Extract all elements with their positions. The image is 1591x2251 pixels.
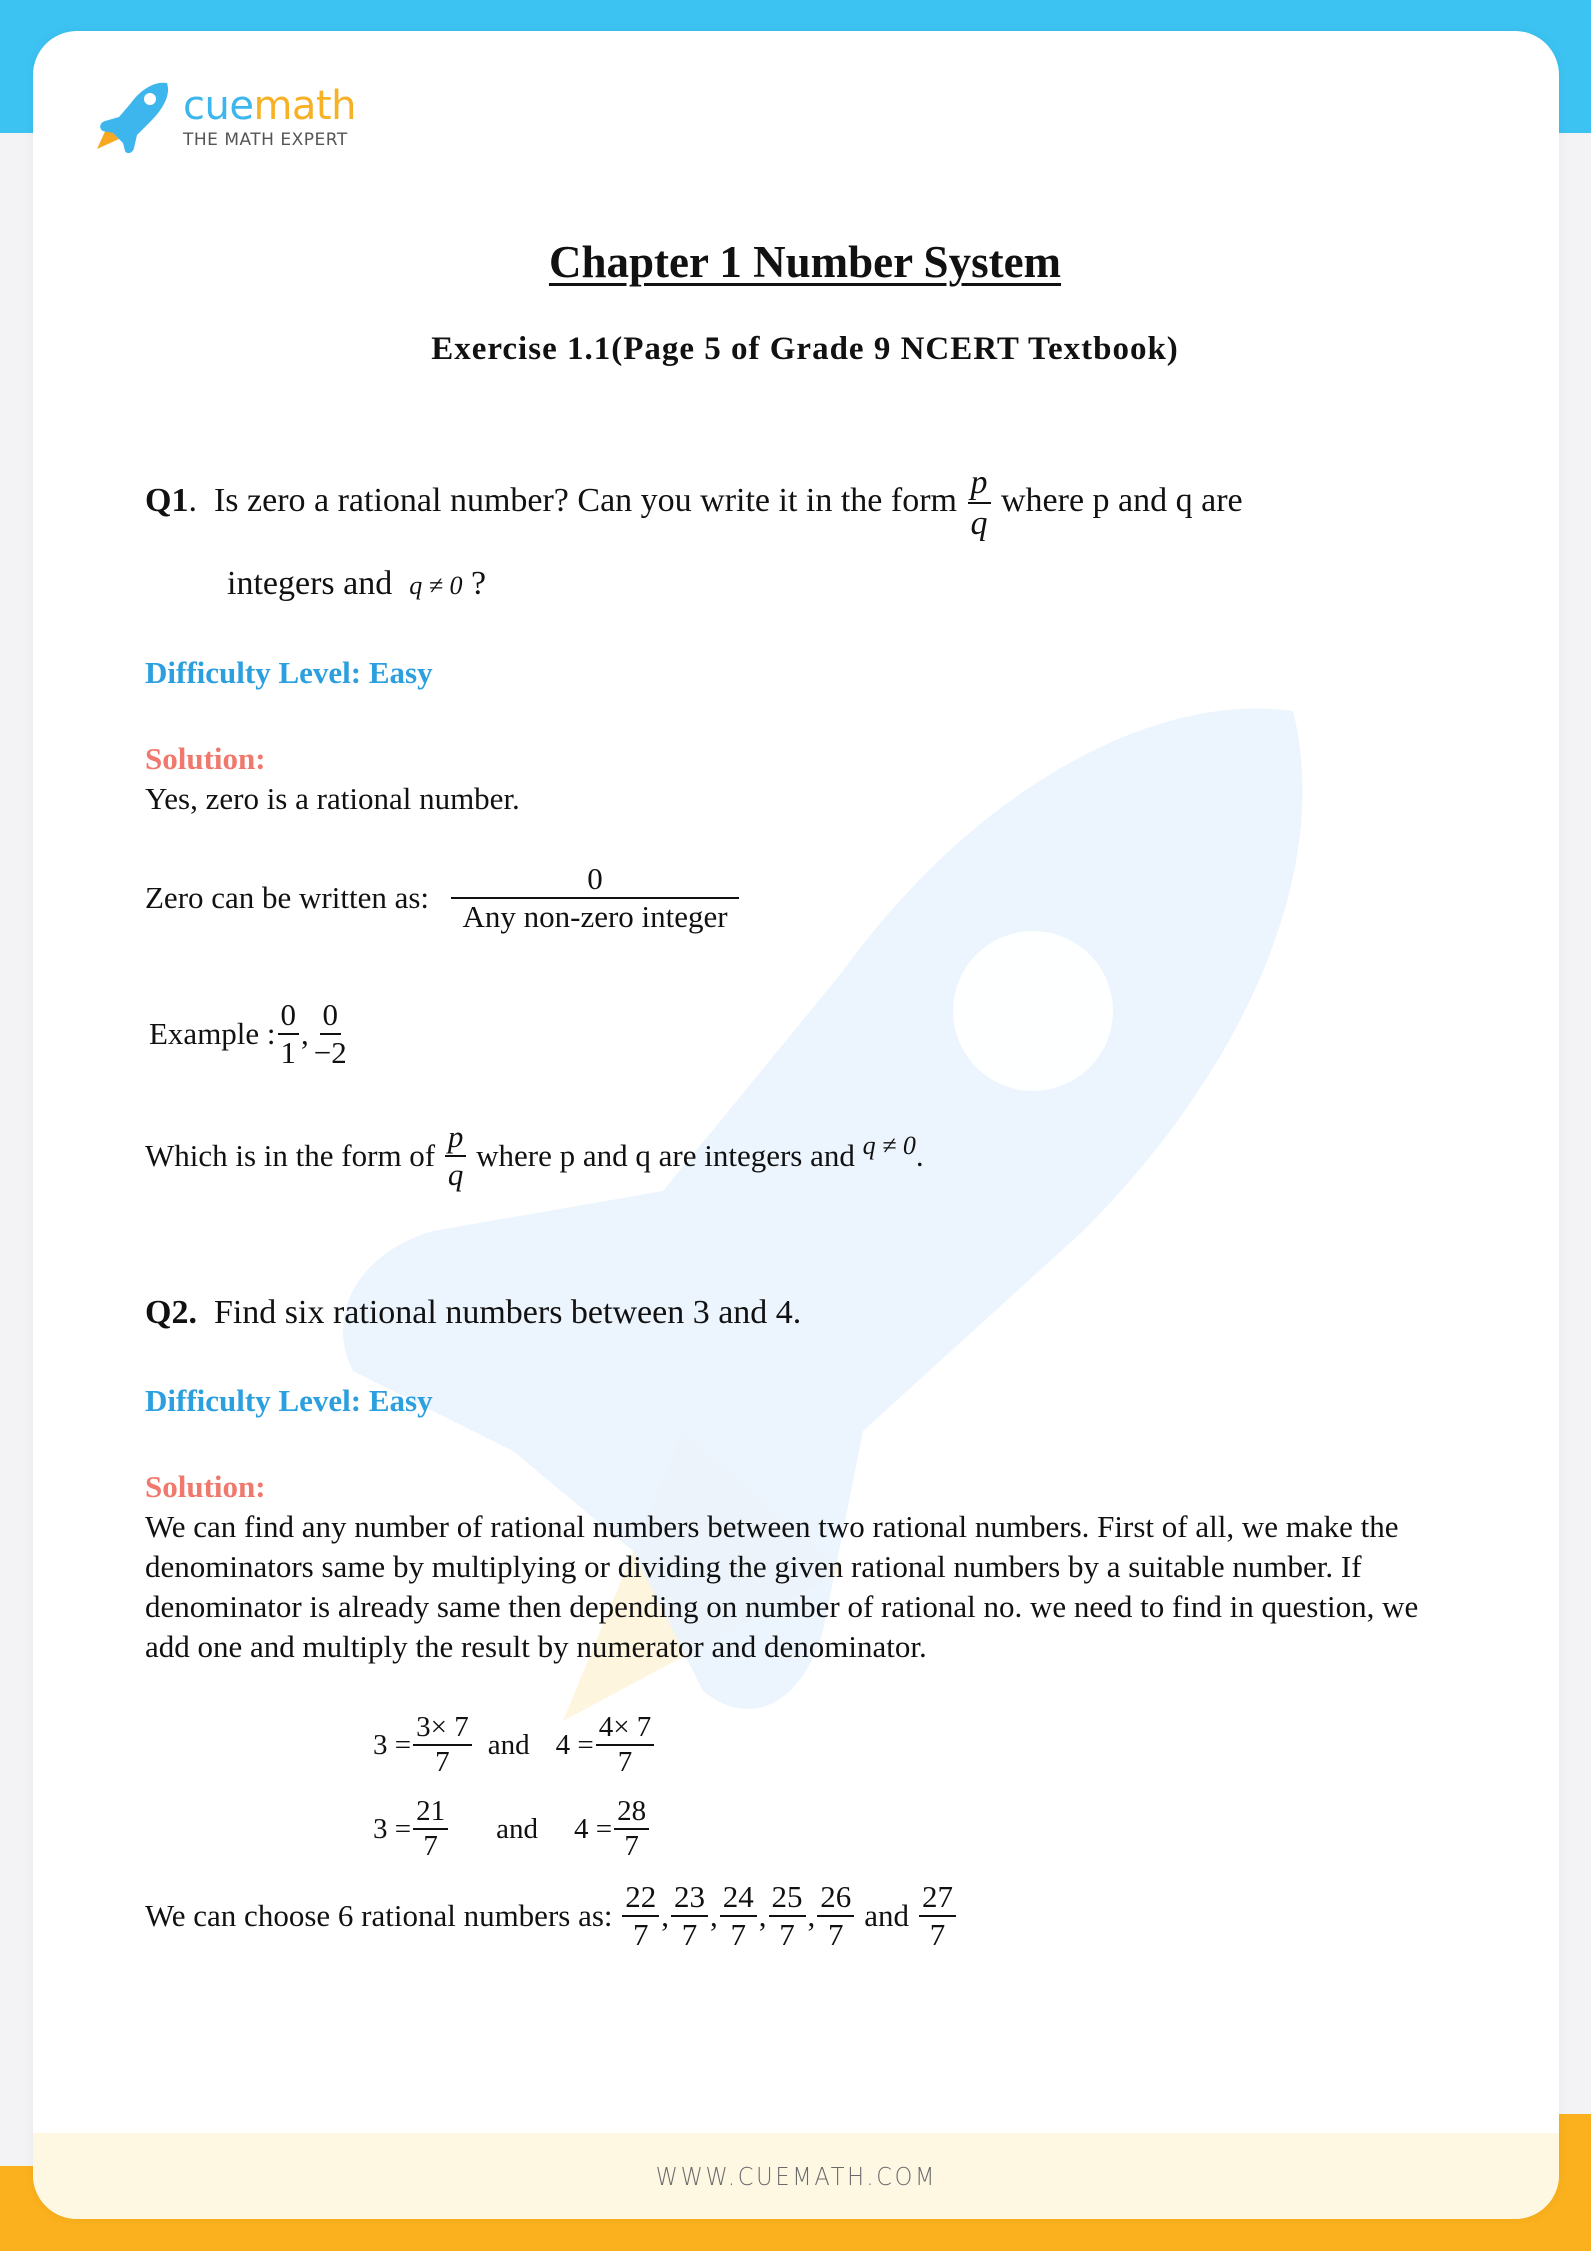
q1-fraction: pq — [967, 463, 991, 543]
answer-fraction: 22 7 — [622, 1879, 660, 1952]
brand-tagline: THE MATH EXPERT — [183, 130, 348, 150]
q1-conclusion: Which is in the form of pq where p and q… — [145, 1119, 924, 1193]
example-fraction: 0 −2 — [313, 997, 347, 1070]
page-card: cuemath THE MATH EXPERT Chapter 1 Number… — [33, 31, 1559, 2219]
zero-fraction: 0 Any non-zero integer — [451, 861, 740, 934]
exercise-subtitle: Exercise 1.1(Page 5 of Grade 9 NCERT Tex… — [431, 331, 1179, 367]
q2-question: Q2. Find six rational numbers between 3 … — [145, 1294, 802, 1331]
equation-fraction: 21 7 — [413, 1795, 449, 1864]
q2-difficulty-level: Difficulty Level: Easy — [145, 1383, 433, 1418]
equation-fraction: 3× 77 — [413, 1711, 472, 1780]
q1-label: Q1 — [145, 481, 189, 519]
q2-equation-2: 3 = 21 7 and 4 = 28 7 — [373, 1795, 651, 1864]
answer-fraction: 26 7 — [817, 1879, 855, 1952]
q1-written-as: Zero can be written as: 0 Any non-zero in… — [145, 861, 741, 934]
q1-question-line2: integers and q ≠ 0 ? — [227, 565, 487, 602]
equation-fraction: 28 7 — [614, 1795, 650, 1864]
brand-name: cuemath — [183, 83, 356, 129]
answer-fraction: 23 7 — [671, 1879, 709, 1952]
pq-fraction: pq — [444, 1119, 467, 1193]
q2-explanation: We can find any number of rational numbe… — [145, 1509, 1419, 1664]
q1-answer: Yes, zero is a rational number. — [145, 781, 520, 816]
q1-text: Is zero a rational number? Can you write… — [213, 481, 957, 519]
answer-fraction: 25 7 — [768, 1879, 806, 1952]
q1-difficulty-level: Difficulty Level: Easy — [145, 655, 433, 690]
q1-condition: q ≠ 0 — [409, 571, 463, 600]
example-fraction: 01 — [277, 997, 300, 1070]
q1-form-condition: q ≠ 0 — [862, 1130, 916, 1160]
footer: WWW.CUEMATH.COM — [33, 2133, 1559, 2219]
answer-fraction: 27 7 — [919, 1879, 957, 1952]
q1-example: Example : 01, 0 −2 — [149, 997, 352, 1070]
rocket-logo-icon — [97, 82, 169, 154]
cuemath-logo[interactable]: cuemath THE MATH EXPERT — [93, 77, 356, 157]
equation-fraction: 4× 77 — [595, 1711, 655, 1780]
page-title: Chapter 1 Number System — [548, 237, 1062, 287]
q2-equation-1: 3 = 3× 77 and 4 = 4× 77 — [373, 1711, 656, 1780]
q1-solution-label: Solution: — [145, 741, 266, 776]
q2-label: Q2. — [145, 1294, 197, 1331]
answer-fraction: 24 7 — [719, 1879, 757, 1952]
q2-solution-label: Solution: — [145, 1469, 266, 1504]
footer-website-link[interactable]: WWW.CUEMATH.COM — [655, 2162, 937, 2191]
q1-question: Q1. Is zero a rational number? Can you w… — [145, 463, 1243, 543]
q2-answer: We can choose 6 rational numbers as: 22 7… — [145, 1879, 958, 1952]
